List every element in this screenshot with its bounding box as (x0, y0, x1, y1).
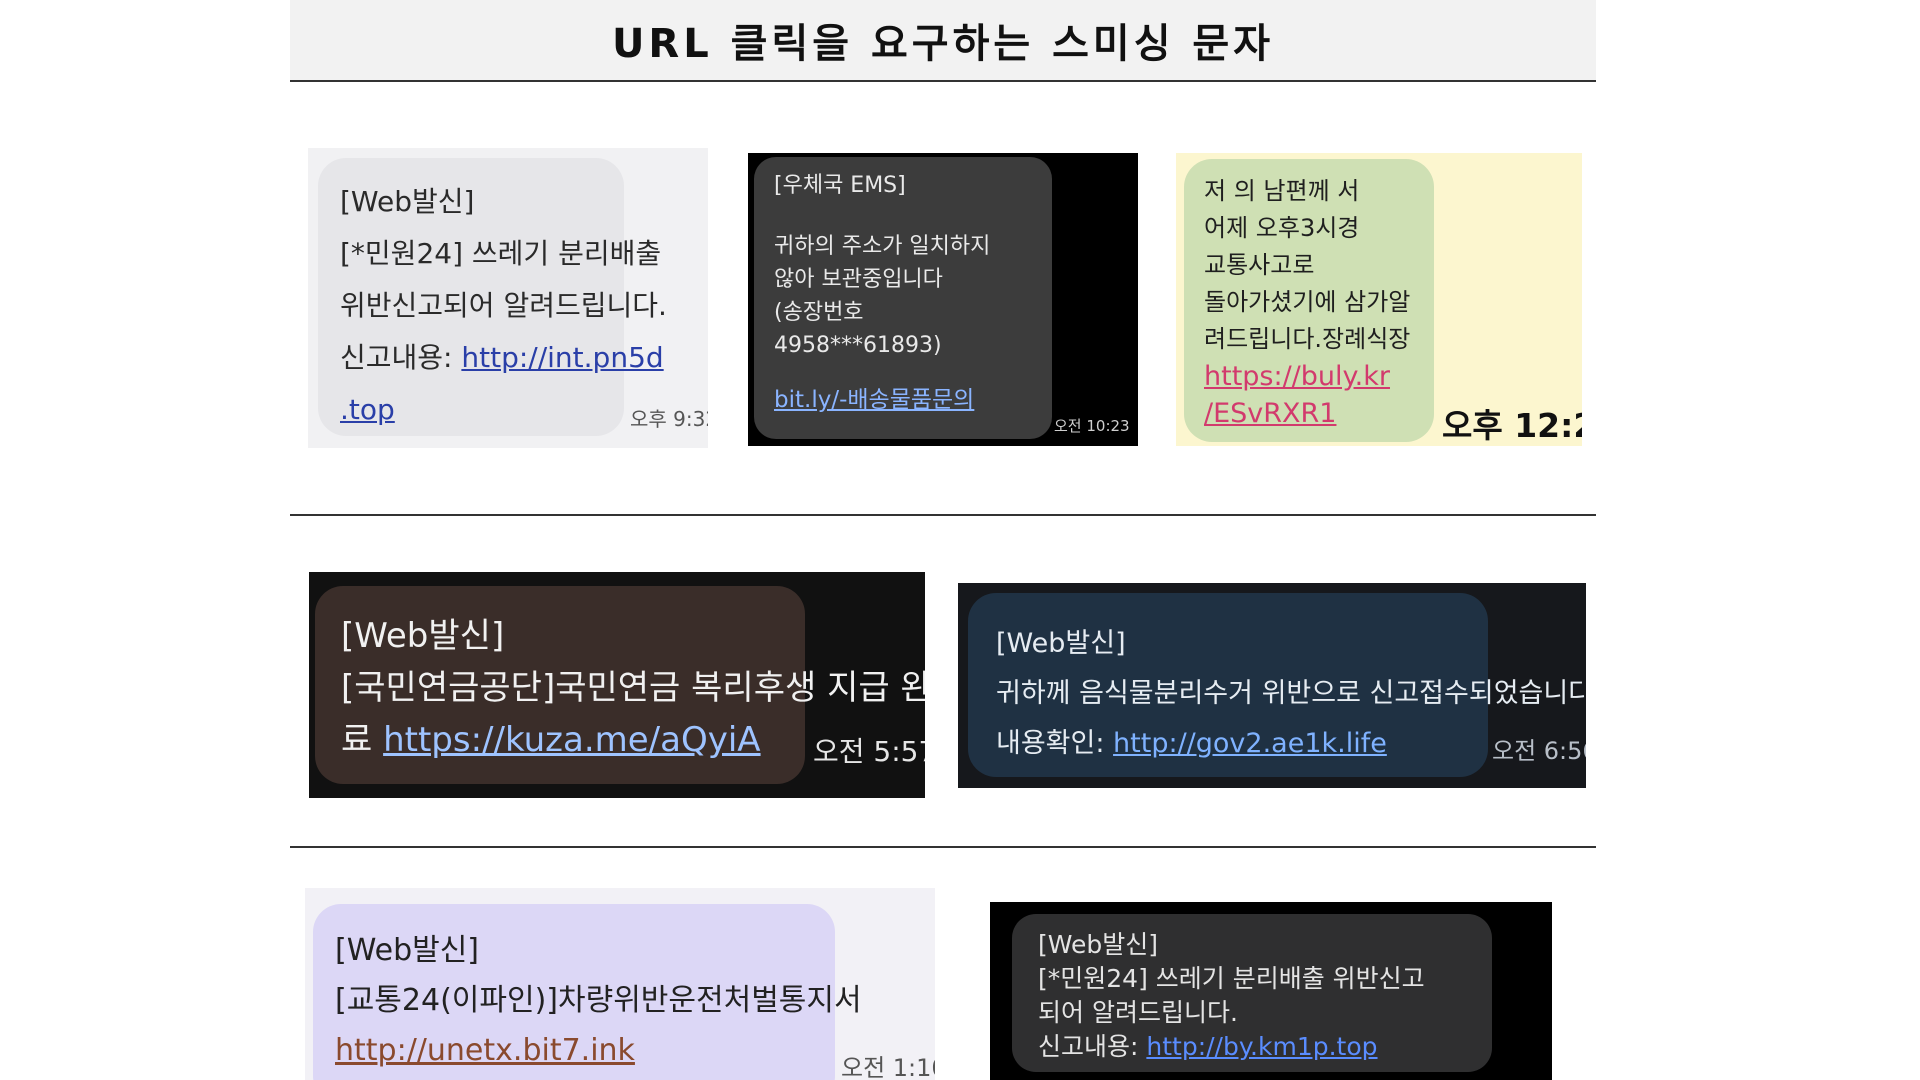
message-line: 돌아가셨기에 삼가알 (1204, 288, 1411, 316)
message-line: (송장번호 (774, 300, 864, 325)
link-prefix: 신고내용: (1038, 1032, 1147, 1061)
phishing-link[interactable]: bit.ly/-배송물품문의 (774, 384, 974, 417)
message-line: [국민연금공단]국민연금 복리후생 지급 완 (341, 668, 925, 708)
phishing-link[interactable]: http://by.km1p.top (1146, 1032, 1377, 1061)
page-title: URL 클릭을 요구하는 스미싱 문자 (611, 21, 1275, 67)
row-divider (290, 514, 1596, 516)
sms-card-pension: [Web발신] [국민연금공단]국민연금 복리후생 지급 완 료 https:/… (309, 572, 925, 798)
message-line: 려드립니다.장례식장 (1204, 325, 1411, 353)
row-divider (290, 846, 1596, 848)
link-prefix: 신고내용: (340, 341, 462, 374)
message-header: [우체국 EMS] (774, 173, 906, 198)
message-line: 귀하께 음식물분리수거 위반으로 신고접수되었습니다. (996, 678, 1586, 709)
message-line: 4958***61893) (774, 333, 942, 358)
message-line: 귀하의 주소가 일치하지 (774, 234, 991, 259)
message-line: [교통24(이파인)]차량위반운전처벌통지서 (335, 983, 862, 1018)
message-line: 료 https://kuza.me/aQyiA (341, 714, 805, 766)
title-bar: URL 클릭을 요구하는 스미싱 문자 (290, 0, 1596, 82)
message-line: 신고내용: http://int.pn5d (340, 332, 664, 384)
message-bubble: [Web발신] [*민원24] 쓰레기 분리배출 위반신고되어 알려드립니다. … (318, 158, 667, 436)
phishing-link[interactable]: http://unetx.bit7.ink (335, 1033, 635, 1068)
message-line: 않아 보관중입니다 (774, 267, 943, 292)
message-line: [Web발신] (340, 185, 475, 218)
sms-card-minwon24-trash-dark: [Web발신] [*민원24] 쓰레기 분리배출 위반신고 되어 알려드립니다.… (990, 902, 1552, 1080)
message-bubble: [Web발신] [국민연금공단]국민연금 복리후생 지급 완 료 https:/… (315, 586, 925, 784)
message-line: 되어 알려드립니다. (1038, 998, 1238, 1027)
message-line: http://unetx.bit7.ink (335, 1026, 835, 1076)
sms-card-minwon24-trash: [Web발신] [*민원24] 쓰레기 분리배출 위반신고되어 알려드립니다. … (308, 148, 708, 448)
message-line: 저 의 남편께 서 (1204, 177, 1360, 205)
phishing-link[interactable]: http://int.pn5d (461, 341, 663, 374)
message-line: 위반신고되어 알려드립니다. (340, 289, 667, 322)
message-line: [*민원24] 쓰레기 분리배출 위반신고 (1038, 964, 1425, 993)
sms-card-ems: [우체국 EMS] 귀하의 주소가 일치하지 않아 보관중입니다 (송장번호 4… (748, 153, 1138, 446)
message-time: 오전 1:10 (841, 1054, 935, 1080)
sms-card-traffic-fine: [Web발신] [교통24(이파인)]차량위반운전처벌통지서 http://un… (305, 888, 935, 1080)
phishing-link-continued[interactable]: .top (340, 393, 395, 426)
message-time: 오전 5:57 (813, 735, 925, 768)
message-bubble: [우체국 EMS] 귀하의 주소가 일치하지 않아 보관중입니다 (송장번호 4… (754, 157, 1052, 439)
message-line: [Web발신] (1038, 930, 1159, 959)
message-time: 오후 9:32 (630, 407, 708, 431)
message-line: .top (340, 384, 624, 436)
message-line: [Web발신] (341, 616, 505, 656)
message-time: 오전 6:56 (1492, 737, 1586, 765)
phishing-link-continued[interactable]: /ESvRXR1 (1204, 395, 1434, 432)
message-line: [*민원24] 쓰레기 분리배출 (340, 237, 662, 270)
sms-card-food-waste: [Web발신] 귀하께 음식물분리수거 위반으로 신고접수되었습니다. 내용확인… (958, 583, 1586, 788)
link-prefix: 내용확인: (996, 728, 1114, 759)
message-line: [Web발신] (335, 933, 480, 968)
message-line: 교통사고로 (1204, 251, 1315, 279)
message-line: 신고내용: http://by.km1p.top (1038, 1030, 1492, 1064)
message-time: 오후 12:21 (1442, 406, 1582, 445)
phishing-link[interactable]: https://kuza.me/aQyiA (383, 720, 760, 760)
message-line: [Web발신] (996, 628, 1126, 659)
phishing-link[interactable]: http://gov2.ae1k.life (1113, 728, 1387, 759)
message-bubble: [Web발신] 귀하께 음식물분리수거 위반으로 신고접수되었습니다. 내용확인… (968, 593, 1586, 777)
message-line: 어제 오후3시경 (1204, 214, 1360, 242)
message-bubble: [Web발신] [교통24(이파인)]차량위반운전처벌통지서 http://un… (313, 904, 862, 1080)
message-bubble: 저 의 남편께 서 어제 오후3시경 교통사고로 돌아가셨기에 삼가알 려드립니… (1184, 159, 1434, 442)
message-bubble: [Web발신] [*민원24] 쓰레기 분리배출 위반신고 되어 알려드립니다.… (1012, 914, 1492, 1072)
sms-card-funeral: 저 의 남편께 서 어제 오후3시경 교통사고로 돌아가셨기에 삼가알 려드립니… (1176, 153, 1582, 446)
message-time: 오전 10:23 (1054, 417, 1130, 435)
message-line: 내용확인: http://gov2.ae1k.life (996, 719, 1488, 769)
link-prefix: 료 (341, 720, 384, 760)
phishing-link[interactable]: https://buly.kr (1204, 358, 1434, 395)
